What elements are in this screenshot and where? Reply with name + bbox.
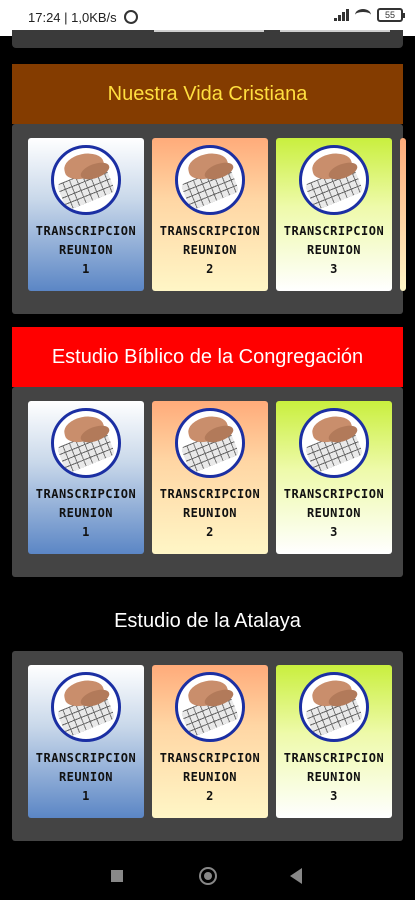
card-subtitle: REUNION [182, 770, 238, 784]
section-header: Estudio de la Atalaya [114, 609, 301, 632]
wifi-icon [355, 9, 371, 21]
transcripcion-card-3[interactable]: TRANSCRIPCION REUNION 3 [276, 138, 392, 291]
status-time-speed: 17:24 | 1,0KB/s [28, 10, 117, 25]
cards-panel: TRANSCRIPCION REUNION 1 TRANSCRIPCION REUNI… [12, 387, 403, 577]
card-title: TRANSCRIPCION [159, 751, 261, 765]
typing-hands-icon [299, 408, 369, 478]
card-number: 3 [330, 789, 338, 803]
card-number: 3 [330, 262, 338, 276]
card-number: 1 [82, 525, 90, 539]
card-title: TRANSCRIPCION [283, 487, 385, 501]
card-subtitle: REUNION [58, 506, 114, 520]
nav-back-icon[interactable] [290, 868, 302, 884]
cards-panel: TRANSCRIPCION REUNION 1 TRANSCRIPCION REUNI… [12, 124, 406, 314]
cards-panel: TRANSCRIPCION REUNION 1 TRANSCRIPCION REUNI… [12, 651, 403, 841]
section-estudio-atalaya: Estudio de la Atalaya TRANSCRIPCION REUNI… [12, 591, 403, 841]
battery-icon: 55 [377, 8, 405, 22]
transcripcion-card-3[interactable]: TRANSCRIPCION REUNION 3 [276, 401, 392, 554]
card-subtitle: REUNION [58, 243, 114, 257]
alarm-icon [124, 10, 138, 24]
typing-hands-icon [175, 408, 245, 478]
card-title: TRANSCRIPCION [159, 487, 261, 501]
card-number: 2 [206, 262, 214, 276]
transcripcion-card-2[interactable]: TRANSCRIPCION REUNION 2 [152, 401, 268, 554]
nav-recents-icon[interactable] [111, 870, 123, 882]
section-nuestra-vida-cristiana: Nuestra Vida Cristiana TRANSCRIPCION REUN… [12, 64, 406, 314]
card-title: TRANSCRIPCION [159, 224, 261, 238]
transcripcion-card-1[interactable]: TRANSCRIPCION REUNION 1 [28, 138, 144, 291]
section-estudio-biblico: Estudio Bíblico de la Congregación TRANS… [12, 327, 403, 577]
typing-hands-icon [299, 145, 369, 215]
card-title: TRANSCRIPCION [35, 487, 137, 501]
card-subtitle: REUNION [306, 770, 362, 784]
card-title: TRANSCRIPCION [35, 751, 137, 765]
card-title: TRANSCRIPCION [283, 751, 385, 765]
battery-level: 55 [384, 10, 395, 20]
previous-section-bottom [12, 30, 403, 48]
card-subtitle: REUNION [182, 243, 238, 257]
transcripcion-card-1[interactable]: TRANSCRIPCION REUNION 1 [28, 401, 144, 554]
typing-hands-icon [51, 672, 121, 742]
typing-hands-icon [51, 145, 121, 215]
typing-hands-icon [175, 145, 245, 215]
typing-hands-icon [175, 672, 245, 742]
section-header: Estudio Bíblico de la Congregación [12, 327, 403, 387]
card-subtitle: REUNION [182, 506, 238, 520]
transcripcion-card-1[interactable]: TRANSCRIPCION REUNION 1 [28, 665, 144, 818]
card-title: TRANSCRIPCION [283, 224, 385, 238]
card-title: TRANSCRIPCION [35, 224, 137, 238]
transcripcion-card-2[interactable]: TRANSCRIPCION REUNION 2 [152, 138, 268, 291]
system-nav-bar [0, 848, 415, 900]
card-number: 2 [206, 789, 214, 803]
transcripcion-card-2[interactable]: TRANSCRIPCION REUNION 2 [152, 665, 268, 818]
signal-icon [334, 9, 349, 21]
card-number: 3 [330, 525, 338, 539]
status-icons: 55 [334, 8, 405, 22]
typing-hands-icon [299, 672, 369, 742]
card-subtitle: REUNION [306, 243, 362, 257]
typing-hands-icon [51, 408, 121, 478]
card-subtitle: REUNION [306, 506, 362, 520]
nav-home-icon[interactable] [199, 867, 217, 885]
card-number: 1 [82, 789, 90, 803]
next-card-peek[interactable] [400, 138, 406, 291]
section-header: Nuestra Vida Cristiana [12, 64, 403, 124]
transcripcion-card-3[interactable]: TRANSCRIPCION REUNION 3 [276, 665, 392, 818]
card-number: 1 [82, 262, 90, 276]
card-subtitle: REUNION [58, 770, 114, 784]
card-number: 2 [206, 525, 214, 539]
